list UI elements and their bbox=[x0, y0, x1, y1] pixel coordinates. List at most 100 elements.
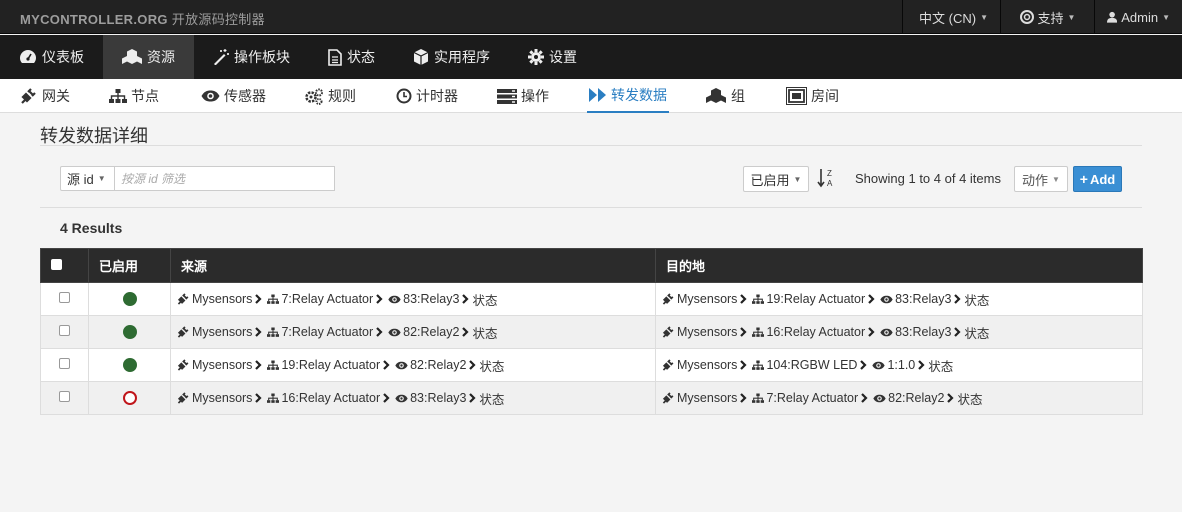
sitemap-icon bbox=[752, 393, 765, 403]
main-nav-status[interactable]: 状态 bbox=[309, 35, 394, 79]
server-icon bbox=[497, 88, 517, 104]
variable-name: 状态 bbox=[472, 326, 498, 341]
eye-icon bbox=[873, 394, 886, 402]
chevron-right-icon bbox=[462, 327, 470, 337]
node-name: 104:RGBW LED bbox=[766, 358, 858, 372]
action-menu-button[interactable]: 动作 ▼ bbox=[1014, 166, 1068, 192]
filter-field-select[interactable]: 源 id ▼ bbox=[60, 166, 115, 191]
row-checkbox[interactable] bbox=[59, 358, 70, 369]
divider bbox=[40, 207, 1142, 208]
main-nav-label: 实用程序 bbox=[434, 49, 490, 65]
row-checkbox[interactable] bbox=[59, 292, 70, 303]
sub-nav-groups[interactable]: 组 bbox=[705, 79, 745, 113]
support-menu[interactable]: 支持 ▼ bbox=[1000, 0, 1094, 34]
chevron-down-icon: ▼ bbox=[97, 174, 106, 183]
plus-icon: + bbox=[1079, 171, 1088, 187]
row-select-cell bbox=[40, 315, 89, 349]
sub-nav-gateways[interactable]: 网关 bbox=[20, 79, 70, 113]
sensor-name: 1:1.0 bbox=[887, 358, 916, 372]
cubes-icon bbox=[706, 88, 726, 103]
column-header-destination[interactable]: 目的地 bbox=[655, 248, 1143, 283]
row-checkbox[interactable] bbox=[59, 325, 70, 336]
plug-icon bbox=[662, 326, 674, 338]
main-nav-resources[interactable]: 资源 bbox=[103, 35, 194, 79]
sitemap-icon bbox=[267, 327, 280, 337]
node-name: 7:Relay Actuator bbox=[766, 391, 859, 405]
table-row[interactable]: Mysensors 19:Relay Actuator 82:Relay2 状态 My… bbox=[40, 348, 1143, 382]
table-row[interactable]: Mysensors 7:Relay Actuator 83:Relay3 状态 Mys… bbox=[40, 282, 1143, 316]
sub-nav-nodes[interactable]: 节点 bbox=[109, 79, 159, 113]
plug-icon bbox=[662, 359, 674, 371]
pagination-summary: Showing 1 to 4 of 4 items bbox=[855, 171, 1001, 186]
destination-cell[interactable]: Mysensors 7:Relay Actuator 82:Relay2 状态 bbox=[655, 381, 1143, 415]
main-nav-settings[interactable]: 设置 bbox=[509, 35, 596, 79]
action-label: 动作 bbox=[1022, 172, 1049, 188]
brand-name: MYCONTROLLER.ORG bbox=[20, 12, 168, 27]
top-bar: MYCONTROLLER.ORG 开放源码控制器 中文 (CN) ▼ 支持 ▼ Adm… bbox=[0, 0, 1182, 34]
chevron-down-icon: ▼ bbox=[1067, 12, 1076, 22]
chevron-down-icon: ▼ bbox=[793, 174, 802, 184]
row-select-cell bbox=[40, 381, 89, 415]
destination-cell[interactable]: Mysensors 16:Relay Actuator 83:Relay3 状态 bbox=[655, 315, 1143, 349]
eye-icon bbox=[388, 328, 401, 336]
chevron-right-icon bbox=[383, 360, 390, 370]
main-nav-operation-board[interactable]: 操作板块 bbox=[194, 35, 309, 79]
row-select-cell bbox=[40, 282, 89, 316]
main-nav-utilities[interactable]: 实用程序 bbox=[394, 35, 509, 79]
sitemap-icon bbox=[267, 360, 280, 370]
source-cell[interactable]: Mysensors 7:Relay Actuator 83:Relay3 状态 bbox=[170, 282, 656, 316]
chevron-right-icon bbox=[861, 393, 868, 403]
sub-nav-label: 节点 bbox=[131, 88, 159, 104]
table-row[interactable]: Mysensors 7:Relay Actuator 82:Relay2 状态 Mys… bbox=[40, 315, 1143, 349]
sitemap-icon bbox=[267, 294, 280, 304]
filter-input[interactable] bbox=[115, 166, 335, 191]
variable-name: 状态 bbox=[964, 326, 990, 341]
variable-name: 状态 bbox=[479, 392, 505, 407]
row-checkbox[interactable] bbox=[59, 391, 70, 402]
dashboard-icon bbox=[20, 50, 36, 63]
sort-alpha-icon[interactable]: ZA bbox=[817, 168, 835, 191]
sitemap-icon bbox=[267, 393, 280, 403]
user-label: Admin bbox=[1121, 9, 1159, 25]
sub-nav-label: 操作 bbox=[521, 88, 549, 104]
main-nav: 仪表板 资源 操作板块 状态 实用程序 设置 bbox=[0, 35, 1182, 79]
table-row[interactable]: Mysensors 16:Relay Actuator 83:Relay3 状态 My… bbox=[40, 381, 1143, 415]
language-label: 中文 (CN) bbox=[919, 10, 977, 26]
sensor-name: 83:Relay3 bbox=[895, 292, 952, 306]
chevron-right-icon bbox=[376, 294, 383, 304]
language-menu[interactable]: 中文 (CN) ▼ bbox=[902, 0, 1000, 34]
sub-nav-operations[interactable]: 操作 bbox=[497, 79, 549, 113]
variable-name: 状态 bbox=[957, 392, 983, 407]
column-header-source[interactable]: 来源 bbox=[170, 248, 656, 283]
main-nav-label: 资源 bbox=[147, 49, 175, 65]
select-all-checkbox[interactable] bbox=[51, 259, 62, 270]
plug-icon bbox=[177, 359, 189, 371]
filter-group: 源 id ▼ bbox=[60, 166, 335, 191]
source-cell[interactable]: Mysensors 16:Relay Actuator 83:Relay3 状态 bbox=[170, 381, 656, 415]
sub-nav-rooms[interactable]: 房间 bbox=[786, 79, 839, 113]
sub-nav-label: 规则 bbox=[328, 88, 356, 104]
destination-cell[interactable]: Mysensors 104:RGBW LED 1:1.0 状态 bbox=[655, 348, 1143, 382]
brand-subtitle: 开放源码控制器 bbox=[171, 12, 265, 27]
sub-nav-rules[interactable]: 规则 bbox=[304, 79, 356, 113]
sub-nav-timers[interactable]: 计时器 bbox=[396, 79, 458, 113]
chevron-right-icon bbox=[469, 393, 476, 403]
destination-cell[interactable]: Mysensors 19:Relay Actuator 83:Relay3 状态 bbox=[655, 282, 1143, 316]
source-cell[interactable]: Mysensors 19:Relay Actuator 82:Relay2 状态 bbox=[170, 348, 656, 382]
cogs-icon bbox=[305, 88, 323, 105]
source-cell[interactable]: Mysensors 7:Relay Actuator 82:Relay2 状态 bbox=[170, 315, 656, 349]
sensor-name: 83:Relay3 bbox=[895, 325, 952, 339]
sensor-name: 82:Relay2 bbox=[410, 358, 467, 372]
user-menu[interactable]: Admin ▼ bbox=[1094, 0, 1182, 34]
plug-icon bbox=[662, 293, 674, 305]
main-nav-dashboard[interactable]: 仪表板 bbox=[0, 35, 103, 79]
add-button[interactable]: + Add bbox=[1073, 166, 1122, 192]
eye-icon bbox=[201, 90, 220, 102]
sub-nav-forward-payloads[interactable]: 转发数据 bbox=[587, 79, 669, 113]
column-header-enabled[interactable]: 已启用 bbox=[88, 248, 171, 283]
brand[interactable]: MYCONTROLLER.ORG 开放源码控制器 bbox=[20, 9, 265, 28]
sensor-name: 82:Relay2 bbox=[888, 391, 945, 405]
enabled-filter-button[interactable]: 已启用 ▼ bbox=[743, 166, 809, 192]
sub-nav-sensors[interactable]: 传感器 bbox=[201, 79, 266, 113]
chevron-right-icon bbox=[740, 360, 747, 370]
